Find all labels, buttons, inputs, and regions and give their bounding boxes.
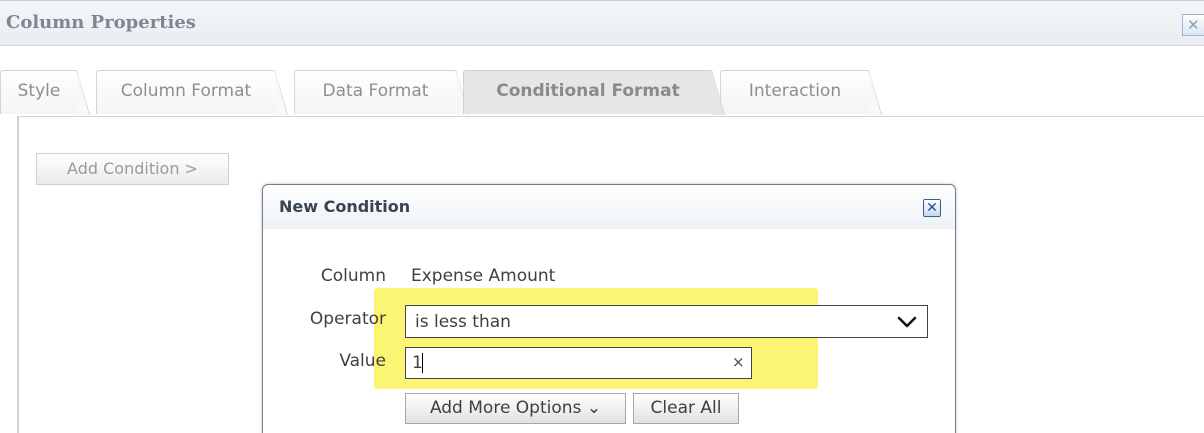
dialog-title: New Condition: [279, 197, 411, 216]
column-label: Column: [320, 266, 386, 286]
chevron-down-icon: ⌄: [586, 398, 602, 418]
tab-label: Conditional Format: [496, 81, 680, 101]
dialog-close-button[interactable]: ✕: [923, 199, 941, 217]
operator-selected-value: is less than: [415, 312, 511, 332]
add-more-options-label: Add More Options: [429, 398, 582, 418]
tab-column-format[interactable]: Column Format: [96, 70, 288, 115]
tab-data-format[interactable]: Data Format: [294, 70, 469, 115]
window-close-button[interactable]: ✕: [1182, 14, 1204, 36]
tab-conditional-format[interactable]: Conditional Format: [463, 70, 725, 115]
tab-label: Interaction: [748, 81, 842, 101]
add-more-options-button[interactable]: Add More Options ⌄: [405, 393, 626, 424]
clear-all-button[interactable]: Clear All: [633, 393, 739, 424]
add-condition-button[interactable]: Add Condition >: [36, 153, 229, 185]
operator-label: Operator: [309, 309, 386, 329]
column-properties-window: Column Properties ✕ Style Column Format …: [0, 0, 1204, 433]
window-titlebar: Column Properties ✕: [0, 0, 1204, 46]
tab-style[interactable]: Style: [0, 70, 90, 115]
window-title: Column Properties: [6, 12, 196, 33]
dialog-titlebar: New Condition ✕: [263, 185, 955, 229]
value-label: Value: [339, 351, 386, 371]
tab-label: Data Format: [322, 81, 429, 101]
add-condition-label: Add Condition >: [67, 159, 198, 178]
tab-label: Column Format: [120, 81, 252, 101]
tab-interaction[interactable]: Interaction: [720, 70, 882, 115]
close-icon: ✕: [926, 200, 938, 216]
text-cursor: [422, 353, 423, 373]
clear-all-label: Clear All: [650, 398, 722, 418]
column-value: Expense Amount: [411, 266, 556, 286]
chevron-down-icon[interactable]: [896, 313, 918, 331]
tab-label: Style: [17, 81, 61, 101]
value-input[interactable]: 1 ×: [405, 347, 752, 379]
operator-select[interactable]: is less than: [405, 305, 928, 338]
clear-icon[interactable]: ×: [732, 353, 745, 371]
close-icon: ✕: [1187, 16, 1200, 34]
